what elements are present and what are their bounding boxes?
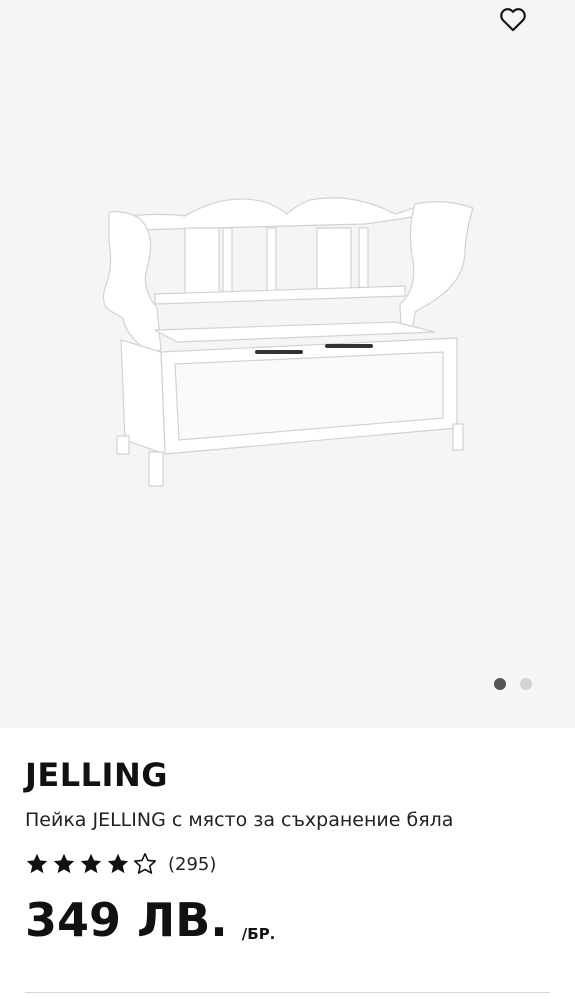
star-filled-icon <box>53 853 75 874</box>
product-description: Пейка JELLING с място за съхранение бяла <box>25 809 454 831</box>
carousel-dot[interactable] <box>520 678 532 690</box>
divider <box>25 992 550 993</box>
carousel-indicator <box>494 678 532 690</box>
product-brand: JELLING <box>25 756 168 794</box>
star-filled-icon <box>80 853 102 874</box>
price-amount: 349 ЛВ. <box>25 893 228 947</box>
product-price: 349 ЛВ. /БР. <box>25 895 275 945</box>
star-filled-icon <box>107 853 129 874</box>
star-filled-icon <box>26 853 48 874</box>
product-rating[interactable]: (295) <box>25 852 216 876</box>
favorite-button[interactable] <box>497 4 529 34</box>
heart-icon <box>500 8 526 32</box>
product-image <box>102 197 474 487</box>
price-unit: /БР. <box>241 925 276 943</box>
carousel-dot-active[interactable] <box>494 678 506 690</box>
star-empty-icon <box>134 853 156 874</box>
product-image-carousel[interactable] <box>0 0 575 728</box>
rating-count: (295) <box>168 853 217 875</box>
